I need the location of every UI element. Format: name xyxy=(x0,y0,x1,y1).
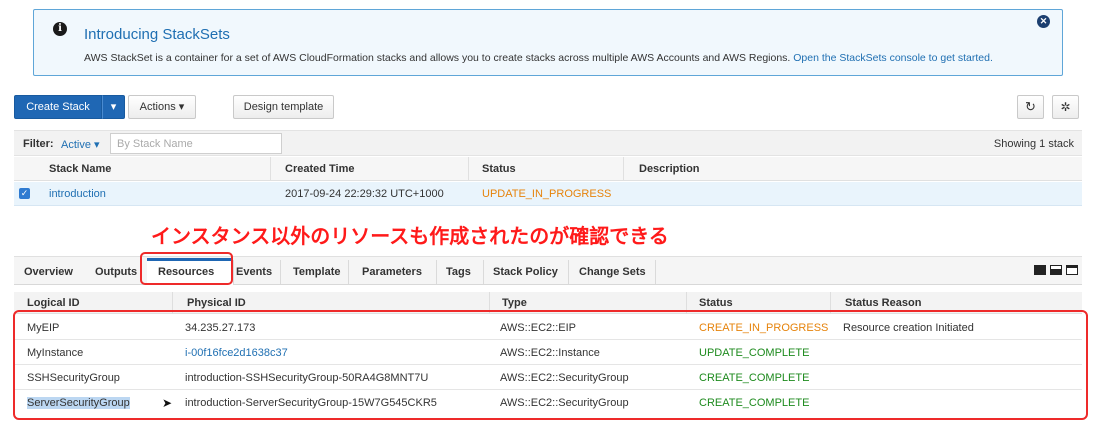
col-logical-id[interactable]: Logical ID xyxy=(27,297,80,309)
refresh-icon: ↻ xyxy=(1025,99,1036,114)
col-status[interactable]: Status xyxy=(482,163,516,175)
caret-down-icon: ▾ xyxy=(94,139,100,151)
table-row[interactable]: ✓ introduction 2017-09-24 22:29:32 UTC+1… xyxy=(14,182,1082,206)
caret-down-icon: ▾ xyxy=(178,101,185,113)
col-description[interactable]: Description xyxy=(639,163,700,175)
filter-bar: Filter: Active ▾ Showing 1 stack xyxy=(14,130,1082,156)
stack-status: UPDATE_IN_PROGRESS xyxy=(482,188,612,200)
stack-count: Showing 1 stack xyxy=(993,138,1074,150)
layout-toggle-group xyxy=(1033,265,1079,278)
filter-label: Filter: xyxy=(23,138,54,150)
tab-tags[interactable]: Tags xyxy=(446,266,471,278)
gear-icon: ✲ xyxy=(1060,100,1071,114)
actions-label: Actions xyxy=(139,101,176,113)
banner-title: Introducing StackSets xyxy=(84,26,230,43)
banner-text: AWS StackSet is a container for a set of… xyxy=(84,52,993,64)
info-icon: i xyxy=(53,22,67,36)
close-icon[interactable]: ✕ xyxy=(1037,15,1050,28)
full-panel-icon[interactable] xyxy=(1034,265,1046,275)
col-status-reason[interactable]: Status Reason xyxy=(845,297,921,309)
annotation-caption: インスタンス以外のリソースも作成されたのが確認できる xyxy=(151,226,669,248)
col-stack-name[interactable]: Stack Name xyxy=(49,163,111,175)
actions-button[interactable]: Actions ▾ xyxy=(128,95,196,119)
stacksets-info-banner: i Introducing StackSets AWS StackSet is … xyxy=(33,9,1063,76)
create-stack-dropdown-button[interactable]: ▾ xyxy=(102,95,125,119)
resources-table-highlight xyxy=(13,310,1088,420)
stack-name-link[interactable]: introduction xyxy=(49,188,106,200)
tab-overview[interactable]: Overview xyxy=(24,266,73,278)
status-filter-dropdown[interactable]: Active ▾ xyxy=(61,138,100,151)
stack-table-header: Stack Name Created Time Status Descripti… xyxy=(14,157,1082,181)
design-template-button[interactable]: Design template xyxy=(233,95,334,119)
caret-down-icon: ▾ xyxy=(110,101,117,113)
stack-created-time: 2017-09-24 22:29:32 UTC+1000 xyxy=(285,188,444,200)
tab-events[interactable]: Events xyxy=(236,266,272,278)
settings-button[interactable]: ✲ xyxy=(1052,95,1079,119)
status-filter-value: Active xyxy=(61,139,91,151)
banner-description: AWS StackSet is a container for a set of… xyxy=(84,52,791,64)
resources-tab-highlight xyxy=(140,252,233,285)
collapse-panel-icon[interactable] xyxy=(1066,265,1079,275)
col-created-time[interactable]: Created Time xyxy=(285,163,355,175)
col-status[interactable]: Status xyxy=(699,297,733,309)
create-stack-button[interactable]: Create Stack xyxy=(14,95,102,119)
stack-name-search-input[interactable] xyxy=(110,133,282,154)
tab-stack-policy[interactable]: Stack Policy xyxy=(493,266,558,278)
row-checkbox[interactable]: ✓ xyxy=(19,188,30,199)
refresh-button[interactable]: ↻ xyxy=(1017,95,1044,119)
col-physical-id[interactable]: Physical ID xyxy=(187,297,246,309)
tab-parameters[interactable]: Parameters xyxy=(362,266,422,278)
stacksets-console-link[interactable]: Open the StackSets console to get starte… xyxy=(793,52,993,64)
tab-template[interactable]: Template xyxy=(293,266,340,278)
col-type[interactable]: Type xyxy=(502,297,527,309)
split-panel-icon[interactable] xyxy=(1050,265,1063,275)
tab-change-sets[interactable]: Change Sets xyxy=(579,266,646,278)
tab-outputs[interactable]: Outputs xyxy=(95,266,137,278)
